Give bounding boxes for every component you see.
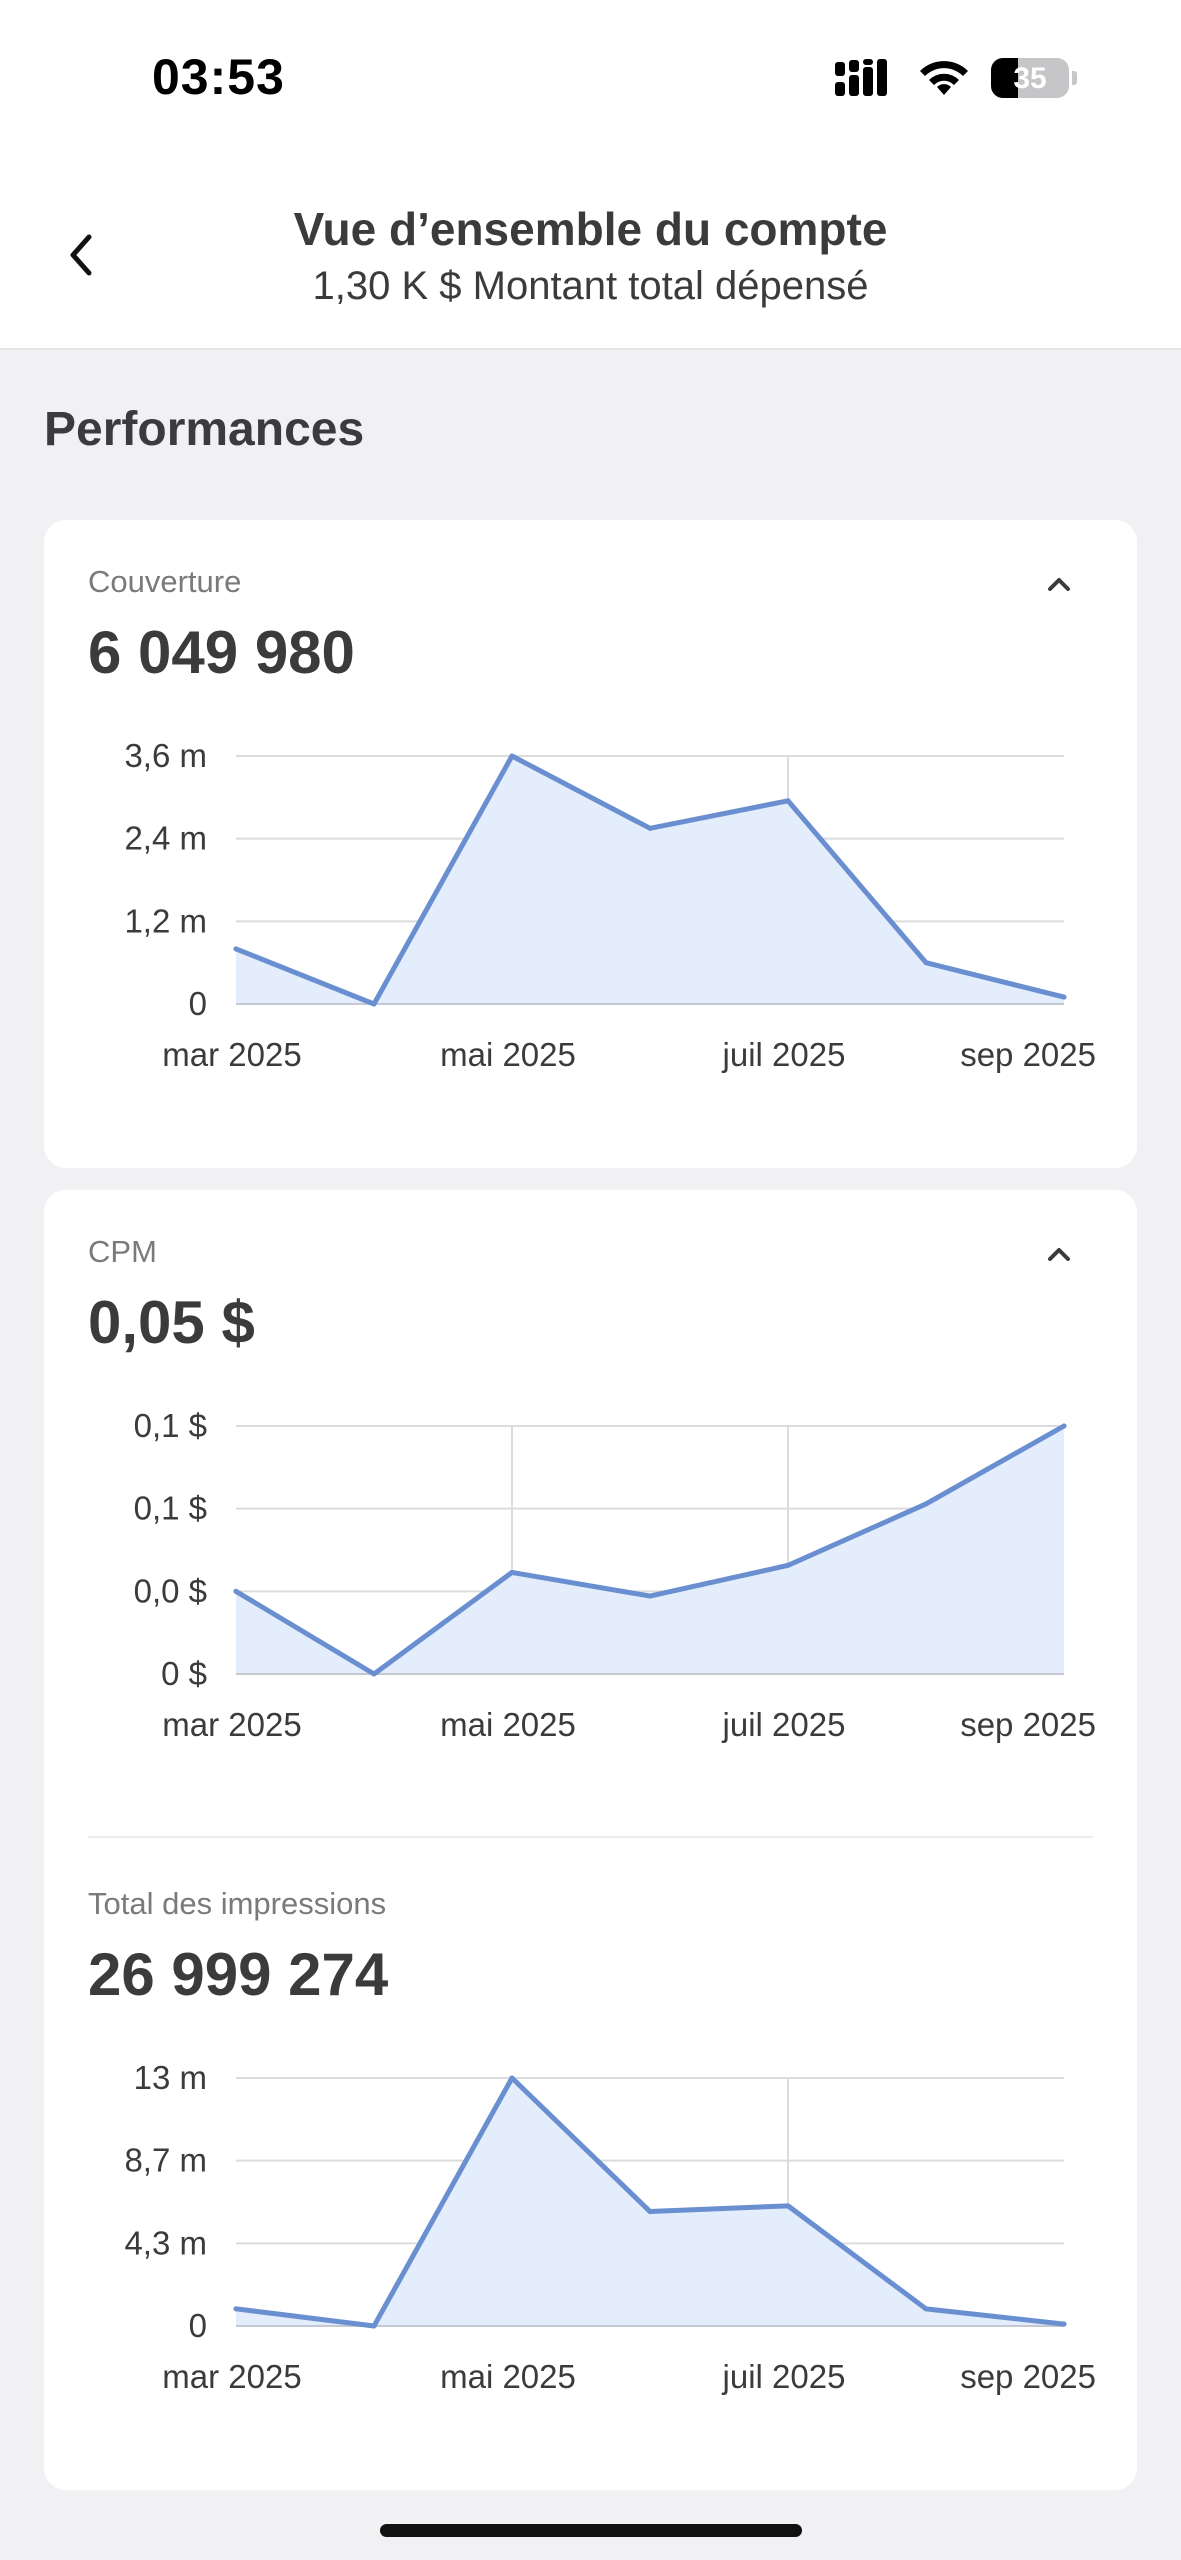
data-point [371,1001,377,1007]
chart-couverture: 0 1,2 m 2,4 m 3,6 m mar 2025 mai 2025 juil 202… [44,737,1137,1105]
metric-header: CPM 0,05 $ [88,1234,1093,1357]
x-tick-label: juil 2025 [722,2358,846,2395]
y-tick-label: 1,2 m [124,902,207,939]
y-tick-label: 13 m [134,2059,207,2096]
y-tick-label: 0,1 $ [134,1490,207,1527]
y-tick-label: 0 [189,985,207,1022]
data-point [923,1501,929,1507]
y-tick-label: 0,0 $ [134,1572,207,1609]
collapse-button[interactable] [1039,1234,1079,1274]
metric-label: CPM [88,1234,157,1269]
metric-value: 26 999 274 [88,1941,389,2008]
metric-value: 6 049 980 [88,619,355,686]
page-title: Vue d’ensemble du compte [293,203,888,255]
data-point [233,2306,239,2312]
y-tick-label: 0 $ [161,1655,207,1692]
metric-label: Total des impressions [88,1886,387,1921]
page-subtitle: 1,30 K $ Montant total dépensé [312,264,869,308]
y-tick-label: 2,4 m [124,820,207,857]
page-header: Vue d’ensemble du compte 1,30 K $ Montan… [0,160,1181,350]
data-point [1061,1423,1067,1429]
data-point [785,798,791,804]
data-point [371,2323,377,2329]
y-tick-label: 4,3 m [124,2224,207,2261]
data-point [233,1588,239,1594]
status-bar: 03:53 35 [0,0,1181,160]
y-tick-label: 8,7 m [124,2142,207,2179]
data-point [1061,994,1067,1000]
data-point [509,2075,515,2081]
divider [88,1836,1093,1838]
x-tick-label: mar 2025 [162,1706,301,1743]
section-title: Performances [44,403,365,456]
metric-header: Couverture 6 049 980 [88,564,1093,687]
y-tick-label: 0 [189,2307,207,2344]
chevron-up-icon [1048,1248,1070,1261]
area-fill [236,1426,1064,1674]
status-icons: 35 [835,56,1077,100]
status-time: 03:53 [152,49,285,105]
data-point [647,1593,653,1599]
data-point [923,960,929,966]
chart-svg: 0 $ 0,0 $ 0,1 $ 0,1 $ mar 2025 mai 2025 juil 2… [134,1407,1096,1743]
area-fill [236,2078,1064,2326]
collapse-button[interactable] [1039,564,1079,604]
data-point [509,753,515,759]
data-point [785,2203,791,2209]
data-point [509,1569,515,1575]
battery-level: 35 [1013,62,1047,95]
x-tick-label: mar 2025 [162,2358,301,2395]
metric-value: 0,05 $ [88,1289,255,1356]
chart-svg: 0 1,2 m 2,4 m 3,6 m mar 2025 mai 2025 juil 202… [124,737,1096,1073]
x-tick-label: sep 2025 [960,1706,1096,1743]
x-tick-label: sep 2025 [960,2358,1096,2395]
battery-icon: 35 [991,58,1069,98]
x-tick-label: mai 2025 [440,1036,576,1073]
data-point [371,1671,377,1677]
wifi-icon [920,61,968,95]
chart-impressions: 0 4,3 m 8,7 m 13 m mar 2025 mai 2025 juil 2025… [44,2059,1137,2427]
x-tick-label: juil 2025 [722,1706,846,1743]
y-tick-label: 0,1 $ [134,1407,207,1444]
y-tick-label: 3,6 m [124,737,207,774]
metric-label: Couverture [88,564,242,599]
data-point [647,825,653,831]
metric-header: Total des impressions 26 999 274 [88,1886,1093,2009]
data-point [233,946,239,952]
data-point [1061,2321,1067,2327]
cellular-signal-icon [835,59,887,96]
metric-card-couverture: Couverture 6 049 980 0 1,2 m 2,4 m 3,6 m mar… [44,520,1137,1168]
metric-card-cpm-impressions: CPM 0,05 $ 0 $ 0,0 $ 0,1 $ 0,1 $ mar 2025 mai… [44,1190,1137,2490]
x-tick-label: juil 2025 [722,1036,846,1073]
chevron-up-icon [1048,578,1070,591]
data-point [923,2306,929,2312]
data-point [647,2209,653,2215]
x-tick-label: mai 2025 [440,2358,576,2395]
data-point [785,1562,791,1568]
home-indicator [380,2524,802,2537]
battery-tip [1072,71,1077,85]
x-tick-label: mai 2025 [440,1706,576,1743]
x-tick-label: sep 2025 [960,1036,1096,1073]
chart-cpm: 0 $ 0,0 $ 0,1 $ 0,1 $ mar 2025 mai 2025 juil 2… [44,1407,1137,1775]
chart-svg: 0 4,3 m 8,7 m 13 m mar 2025 mai 2025 juil 2025… [124,2059,1096,2395]
x-tick-label: mar 2025 [162,1036,301,1073]
